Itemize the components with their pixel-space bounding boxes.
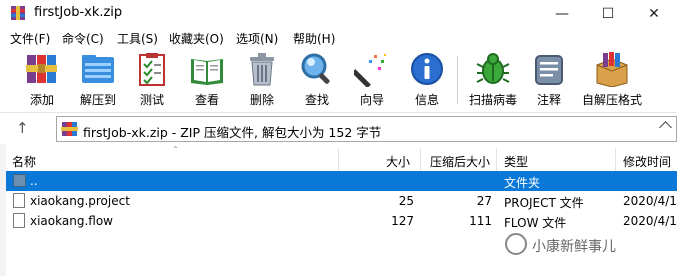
sfx-button[interactable]: 自解压格式 bbox=[579, 50, 645, 110]
column-divider[interactable] bbox=[338, 148, 339, 172]
address-text: firstJob-xk.zip - ZIP 压缩文件, 解包大小为 152 字节 bbox=[83, 125, 382, 140]
menu-bar: 文件(F) 命令(C) 工具(S) 收藏夹(O) 选项(N) 帮助(H) bbox=[0, 27, 677, 48]
row-type: 文件夹 bbox=[504, 176, 541, 190]
column-divider[interactable] bbox=[420, 148, 421, 172]
chevron-up-icon[interactable] bbox=[659, 121, 672, 134]
column-size[interactable]: 大小 bbox=[386, 153, 410, 170]
wizard-button[interactable]: 向导 bbox=[352, 50, 392, 110]
extract-folder-icon bbox=[82, 55, 114, 83]
row-packed: 27 bbox=[476, 194, 492, 208]
virus-scan-button[interactable]: 扫描病毒 bbox=[468, 50, 518, 110]
address-bar: ↑ firstJob-xk.zip - ZIP 压缩文件, 解包大小为 152 … bbox=[0, 112, 677, 144]
row-size: 127 bbox=[391, 214, 414, 228]
comment-button[interactable]: 注释 bbox=[529, 50, 569, 110]
info-icon bbox=[411, 53, 443, 85]
list-header: ⌃ 名称 大小 压缩后大小 类型 修改时间 bbox=[6, 145, 677, 172]
minimize-icon: — bbox=[555, 5, 569, 22]
watermark-text: 小康新鲜事儿 bbox=[532, 239, 616, 255]
delete-label: 删除 bbox=[249, 93, 274, 107]
add-books-icon bbox=[26, 55, 57, 83]
add-label: 添加 bbox=[29, 93, 54, 107]
magnifier-icon bbox=[301, 53, 330, 84]
column-type[interactable]: 类型 bbox=[504, 153, 528, 170]
info-label: 信息 bbox=[414, 93, 439, 107]
row-modified: 2020/4/1 bbox=[623, 194, 677, 208]
archive-icon bbox=[61, 122, 78, 136]
test-label: 测试 bbox=[139, 93, 164, 107]
file-icon bbox=[13, 213, 25, 228]
extract-to-label: 解压到 bbox=[79, 93, 116, 107]
virus-scan-label: 扫描病毒 bbox=[468, 93, 517, 107]
minimize-button[interactable]: — bbox=[539, 0, 585, 27]
menu-options[interactable]: 选项(N) bbox=[236, 30, 278, 47]
column-modified[interactable]: 修改时间 bbox=[623, 153, 671, 170]
delete-button[interactable]: 删除 bbox=[242, 50, 282, 110]
table-row[interactable]: xiaokang.flow 127 111 FLOW 文件 2020/4/1 bbox=[6, 211, 677, 231]
sort-caret-icon: ⌃ bbox=[172, 145, 179, 154]
wizard-wand-icon bbox=[354, 54, 386, 87]
comment-label: 注释 bbox=[536, 93, 561, 107]
menu-tools[interactable]: 工具(S) bbox=[117, 30, 158, 47]
view-book-icon bbox=[191, 59, 223, 85]
watermark-logo-icon bbox=[505, 233, 527, 255]
title-bar: firstJob-xk.zip — ☐ ✕ bbox=[0, 0, 677, 27]
view-label: 查看 bbox=[194, 93, 219, 107]
row-name: xiaokang.project bbox=[30, 194, 130, 208]
menu-help[interactable]: 帮助(H) bbox=[293, 30, 335, 47]
sfx-box-icon bbox=[596, 52, 628, 87]
row-name: xiaokang.flow bbox=[30, 214, 113, 228]
column-divider[interactable] bbox=[496, 148, 497, 172]
table-row[interactable]: xiaokang.project 25 27 PROJECT 文件 2020/4… bbox=[6, 191, 677, 211]
trash-icon bbox=[250, 53, 274, 86]
folder-up-icon bbox=[13, 174, 26, 187]
address-field[interactable]: firstJob-xk.zip - ZIP 压缩文件, 解包大小为 152 字节 bbox=[56, 116, 677, 142]
maximize-button[interactable]: ☐ bbox=[585, 0, 631, 27]
menu-command[interactable]: 命令(C) bbox=[62, 30, 104, 47]
row-size: 25 bbox=[398, 194, 414, 208]
view-button[interactable]: 查看 bbox=[187, 50, 227, 110]
test-checklist-icon bbox=[139, 53, 165, 86]
row-packed: 111 bbox=[469, 214, 492, 228]
info-button[interactable]: 信息 bbox=[407, 50, 447, 110]
close-button[interactable]: ✕ bbox=[631, 0, 677, 27]
window-title: firstJob-xk.zip bbox=[34, 5, 123, 20]
up-arrow-icon[interactable]: ↑ bbox=[16, 119, 29, 137]
virus-scan-icon bbox=[476, 53, 510, 84]
row-name: .. bbox=[30, 174, 38, 188]
row-type: FLOW 文件 bbox=[504, 216, 567, 230]
comment-icon bbox=[535, 55, 563, 85]
sfx-label: 自解压格式 bbox=[581, 93, 642, 107]
wizard-label: 向导 bbox=[359, 93, 384, 107]
toolbar: 添加 解压到 测试 查看 删除 查找 向导 信息 扫描病毒 注释 自解压格式 bbox=[0, 48, 677, 112]
row-modified: 2020/4/1 bbox=[623, 214, 677, 228]
file-icon bbox=[13, 193, 25, 208]
menu-favorites[interactable]: 收藏夹(O) bbox=[169, 30, 224, 47]
column-packed-size[interactable]: 压缩后大小 bbox=[430, 153, 490, 170]
table-row-parent[interactable]: .. 文件夹 bbox=[6, 171, 677, 191]
toolbar-separator bbox=[457, 56, 458, 104]
test-button[interactable]: 测试 bbox=[132, 50, 172, 110]
file-list: ⌃ 名称 大小 压缩后大小 类型 修改时间 .. 文件夹 xiaokang.pr… bbox=[0, 144, 677, 276]
row-type: PROJECT 文件 bbox=[504, 196, 584, 210]
find-button[interactable]: 查找 bbox=[297, 50, 337, 110]
find-label: 查找 bbox=[304, 93, 329, 107]
winrar-app-icon[interactable] bbox=[10, 5, 26, 21]
column-name[interactable]: 名称 bbox=[12, 153, 36, 170]
menu-file[interactable]: 文件(F) bbox=[10, 30, 50, 47]
column-divider[interactable] bbox=[615, 148, 616, 172]
maximize-icon: ☐ bbox=[601, 5, 615, 22]
close-icon: ✕ bbox=[648, 5, 660, 22]
add-button[interactable]: 添加 bbox=[22, 50, 62, 110]
extract-to-button[interactable]: 解压到 bbox=[76, 50, 120, 110]
